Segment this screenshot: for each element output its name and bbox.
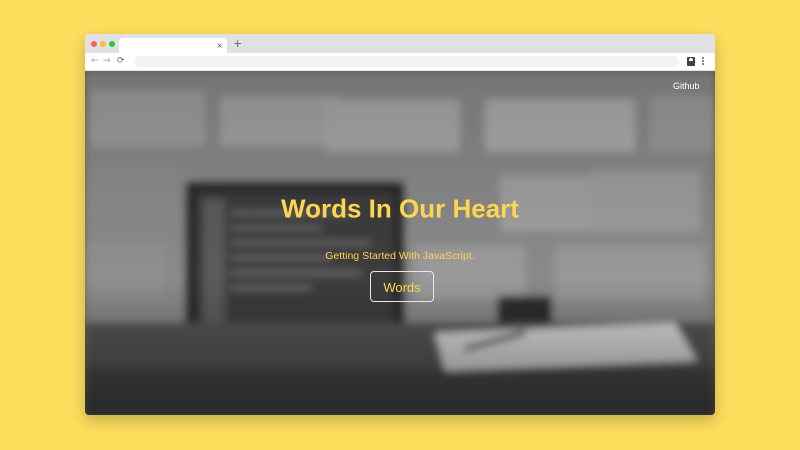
forward-arrow-icon[interactable]: → — [103, 53, 111, 70]
close-icon[interactable]: × — [216, 38, 223, 53]
words-button[interactable]: Words — [370, 271, 434, 302]
address-bar[interactable] — [134, 56, 679, 67]
extension-icon[interactable] — [687, 57, 695, 66]
hero-subtitle: Getting Started With JavaScript. — [325, 250, 475, 262]
hero-title: Words In Our Heart — [281, 193, 519, 224]
reload-icon[interactable]: ⟳ — [117, 53, 125, 70]
page-viewport: Github Words In Our Heart Getting Starte… — [85, 71, 715, 415]
close-window-button[interactable] — [91, 41, 97, 47]
browser-tab[interactable]: × — [119, 38, 227, 53]
minimize-window-button[interactable] — [100, 41, 106, 47]
tab-bar: × + — [85, 34, 715, 53]
browser-toolbar: ← → ⟳ — [85, 53, 715, 71]
maximize-window-button[interactable] — [109, 41, 115, 47]
browser-window: × + ← → ⟳ Github Words In Our Heart Gett… — [85, 34, 715, 415]
back-arrow-icon[interactable]: ← — [91, 53, 99, 70]
plus-icon[interactable]: + — [233, 36, 242, 51]
github-link[interactable]: Github — [673, 81, 700, 91]
hero-background-image — [85, 71, 715, 415]
menu-icon[interactable] — [702, 56, 705, 67]
